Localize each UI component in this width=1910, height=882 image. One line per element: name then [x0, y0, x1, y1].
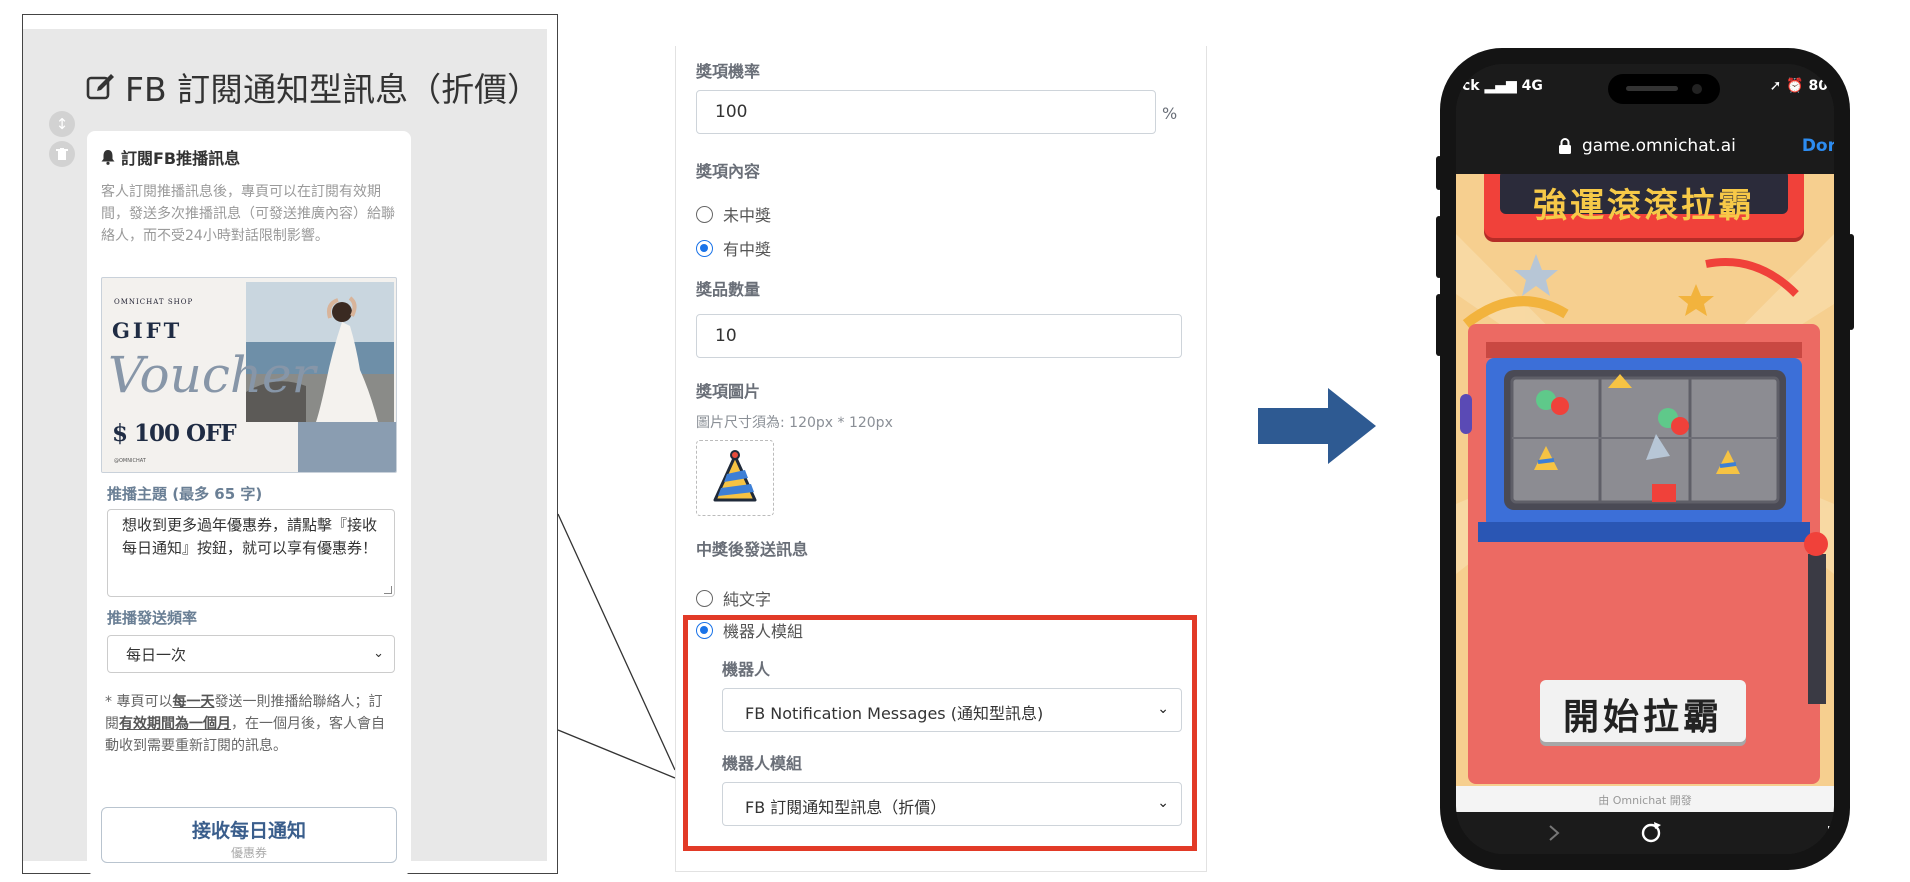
game-footer: 由 Omnichat 開發	[1456, 786, 1834, 812]
game-title-banner: 強運滾滾拉霸	[1484, 174, 1804, 238]
game-title-plate: 強運滾滾拉霸	[1500, 174, 1788, 226]
alarm-icon: ⏰	[1786, 78, 1804, 94]
after-win-label: 中獎後發送訊息	[696, 540, 809, 559]
status-bar: ck ▂▄▆ 4G ➚ ⏰ 80	[1456, 64, 1834, 120]
lock-icon	[1559, 138, 1571, 154]
status-right: ➚ ⏰ 80	[1770, 78, 1828, 94]
party-hat-icon	[713, 450, 757, 502]
prize-rate-label: 獎項機率	[696, 62, 761, 81]
prize-rate-input[interactable]: 100	[696, 90, 1156, 134]
radio-plain-text[interactable]: 純文字	[696, 586, 771, 610]
location-icon: ➚	[1769, 78, 1782, 94]
url-text: game.omnichat.ai	[1582, 136, 1736, 156]
prize-image-hint: 圖片尺寸須為: 120px * 120px	[696, 415, 893, 431]
quantity-input[interactable]: 10	[696, 314, 1182, 358]
browser-url-bar[interactable]: game.omnichat.ai Dor	[1456, 120, 1834, 174]
phone-volume-down-button	[1436, 294, 1442, 356]
carrier-text: ck	[1462, 78, 1480, 94]
prize-image-label: 獎項圖片	[696, 382, 761, 401]
slot-game-view: 強運滾滾拉霸 開始拉霸	[1456, 174, 1834, 786]
radio-circle-selected[interactable]	[696, 239, 713, 257]
phone-power-button	[1848, 234, 1854, 330]
arrow-right-icon	[1258, 388, 1376, 464]
forward-icon	[1549, 825, 1560, 841]
game-title: 強運滾滾拉霸	[1533, 186, 1755, 226]
network-text: 4G	[1521, 78, 1543, 94]
highlight-box	[683, 615, 1197, 851]
signal-icon: ▂▄▆	[1484, 78, 1517, 94]
phone-volume-up-button	[1436, 216, 1442, 278]
radio-prize-label: 有中獎	[723, 240, 772, 259]
back-icon	[1456, 826, 1458, 840]
quantity-label: 獎品數量	[696, 280, 761, 299]
url-display[interactable]: game.omnichat.ai	[1558, 136, 1736, 156]
phone-screen: ck ▂▄▆ 4G ➚ ⏰ 80 game.omnichat.ai Dor 強運…	[1456, 64, 1834, 854]
radio-circle[interactable]	[696, 589, 713, 607]
browser-toolbar	[1456, 812, 1834, 854]
prize-image-upload[interactable]	[696, 440, 774, 516]
phone-mute-button	[1436, 156, 1442, 190]
radio-prize[interactable]: 有中獎	[696, 236, 771, 260]
battery-text: 80	[1808, 78, 1828, 94]
share-icon	[1828, 826, 1834, 840]
start-slot-button[interactable]: 開始拉霸	[1540, 680, 1746, 742]
done-button[interactable]: Dor	[1802, 136, 1834, 156]
radio-no-prize[interactable]: 未中獎	[696, 202, 771, 226]
percent-sign: %	[1162, 104, 1178, 123]
toolbar-icons	[1456, 822, 1834, 843]
radio-plain-text-label: 純文字	[723, 590, 772, 609]
prize-content-label: 獎項內容	[696, 162, 761, 181]
radio-no-prize-label: 未中獎	[723, 206, 772, 225]
phone-mockup: ck ▂▄▆ 4G ➚ ⏰ 80 game.omnichat.ai Dor 強運…	[1436, 48, 1854, 870]
radio-circle[interactable]	[696, 205, 713, 223]
start-slot-button-label: 開始拉霸	[1562, 697, 1723, 738]
status-carrier: ck ▂▄▆ 4G	[1462, 78, 1543, 94]
dynamic-island	[1608, 74, 1720, 104]
